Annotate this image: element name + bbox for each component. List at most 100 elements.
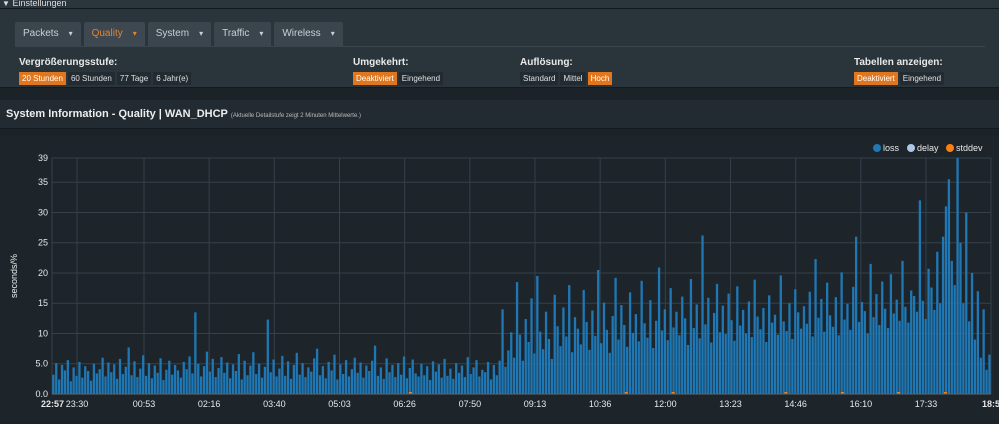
- loss-bar: [539, 331, 542, 394]
- loss-legend-dot[interactable]: [873, 144, 881, 152]
- resolution-option[interactable]: Mittel: [560, 72, 586, 85]
- x-tick-label: 02:16: [198, 399, 221, 409]
- loss-bar: [962, 303, 965, 394]
- loss-bar: [837, 335, 840, 394]
- loss-bar: [510, 332, 513, 394]
- loss-bar: [979, 357, 982, 394]
- loss-bar: [144, 375, 148, 394]
- loss-bar: [350, 369, 354, 394]
- tab-traffic[interactable]: Traffic ▾: [214, 22, 272, 46]
- loss-bar: [791, 338, 794, 394]
- loss-bar: [191, 373, 194, 394]
- loss-bar: [582, 289, 585, 394]
- loss-bar: [889, 274, 893, 394]
- loss-bar: [623, 325, 626, 394]
- loss-bar: [460, 365, 464, 394]
- loss-bar: [252, 352, 255, 394]
- tab-label: Wireless: [282, 28, 321, 39]
- loss-legend-label[interactable]: loss: [883, 143, 900, 153]
- loss-bar: [568, 285, 571, 394]
- loss-bar: [570, 352, 574, 394]
- loss-bar: [785, 331, 788, 394]
- loss-bar: [805, 323, 809, 394]
- delay-legend-label[interactable]: delay: [917, 143, 939, 153]
- loss-bar: [631, 332, 635, 394]
- loss-bar: [910, 290, 913, 394]
- loss-bar: [156, 372, 159, 394]
- inverted-option[interactable]: Deaktiviert: [353, 72, 397, 85]
- loss-bar: [304, 377, 307, 394]
- loss-bar: [78, 361, 81, 394]
- loss-bar: [373, 345, 377, 394]
- loss-bar: [562, 307, 565, 394]
- loss-bar: [60, 364, 64, 394]
- inverted-options: Deaktiviert Eingehend: [353, 72, 445, 85]
- collapse-triangle-icon[interactable]: ▼: [2, 0, 10, 8]
- zoom-option[interactable]: 6 Jahr(e): [153, 72, 192, 85]
- x-tick-label: 10:36: [589, 399, 612, 409]
- y-tick-label: 20: [38, 268, 48, 278]
- graph-tabs: Packets ▾ Quality ▾ System ▾ Traffic ▾ Wireless ▾: [15, 22, 346, 46]
- tab-label: Traffic: [222, 28, 250, 39]
- loss-bar: [840, 272, 843, 394]
- stddev-legend-label[interactable]: stddev: [956, 143, 983, 153]
- loss-bar: [640, 280, 643, 394]
- caret-down-icon[interactable]: ▾: [199, 22, 203, 46]
- x-tick-label: 13:23: [719, 399, 742, 409]
- loss-bar: [666, 340, 669, 394]
- loss-bar: [75, 375, 78, 394]
- delay-legend-dot[interactable]: [907, 144, 915, 152]
- zoom-option[interactable]: 77 Tage: [116, 72, 152, 85]
- y-tick-label: 15: [38, 298, 48, 308]
- loss-bar: [388, 372, 391, 394]
- tab-quality[interactable]: Quality ▾: [83, 22, 145, 46]
- tab-system[interactable]: System ▾: [147, 22, 212, 46]
- loss-bar: [756, 316, 759, 394]
- loss-bar: [854, 236, 858, 394]
- tab-packets[interactable]: Packets ▾: [15, 22, 81, 46]
- loss-bar: [669, 288, 672, 394]
- loss-bar: [663, 309, 667, 394]
- loss-bar: [776, 334, 780, 394]
- loss-bar: [301, 363, 304, 394]
- settings-header[interactable]: ▼ Einstellungen: [0, 0, 999, 9]
- loss-bar: [98, 369, 101, 394]
- loss-bar: [484, 372, 487, 394]
- loss-bar: [55, 363, 58, 394]
- loss-bar: [281, 355, 284, 394]
- loss-bar: [689, 279, 693, 394]
- loss-bar: [808, 291, 811, 394]
- zoom-option[interactable]: 60 Stunden: [67, 72, 115, 85]
- stddev-legend-dot[interactable]: [946, 144, 954, 152]
- loss-bar: [686, 344, 690, 394]
- tab-wireless[interactable]: Wireless ▾: [274, 22, 343, 46]
- loss-bar: [602, 302, 606, 394]
- loss-bar: [431, 361, 435, 394]
- caret-down-icon[interactable]: ▾: [133, 22, 137, 46]
- loss-bar: [208, 371, 211, 394]
- zoom-option[interactable]: 20 Stunden: [19, 72, 66, 85]
- tables-option[interactable]: Deaktiviert: [854, 72, 898, 85]
- loss-bar: [269, 372, 272, 394]
- loss-bar: [452, 378, 455, 394]
- loss-bar: [878, 325, 881, 394]
- loss-bar: [495, 375, 498, 394]
- caret-down-icon[interactable]: ▾: [69, 22, 73, 46]
- loss-bar: [646, 337, 649, 394]
- caret-down-icon[interactable]: ▾: [331, 22, 335, 46]
- loss-bar: [921, 300, 924, 394]
- loss-bar: [391, 364, 394, 394]
- caret-down-icon[interactable]: ▾: [259, 22, 263, 46]
- inverted-option[interactable]: Eingehend: [398, 72, 444, 85]
- loss-bar: [657, 267, 661, 394]
- loss-bar: [594, 335, 597, 394]
- resolution-option[interactable]: Standard: [520, 72, 559, 85]
- tables-option[interactable]: Eingehend: [899, 72, 945, 85]
- loss-bar: [92, 363, 96, 394]
- loss-bar: [912, 295, 916, 394]
- loss-bar: [179, 377, 183, 394]
- loss-bar: [133, 361, 136, 394]
- loss-bar: [872, 317, 875, 394]
- loss-bar: [799, 328, 803, 394]
- resolution-option[interactable]: Hoch: [587, 72, 613, 85]
